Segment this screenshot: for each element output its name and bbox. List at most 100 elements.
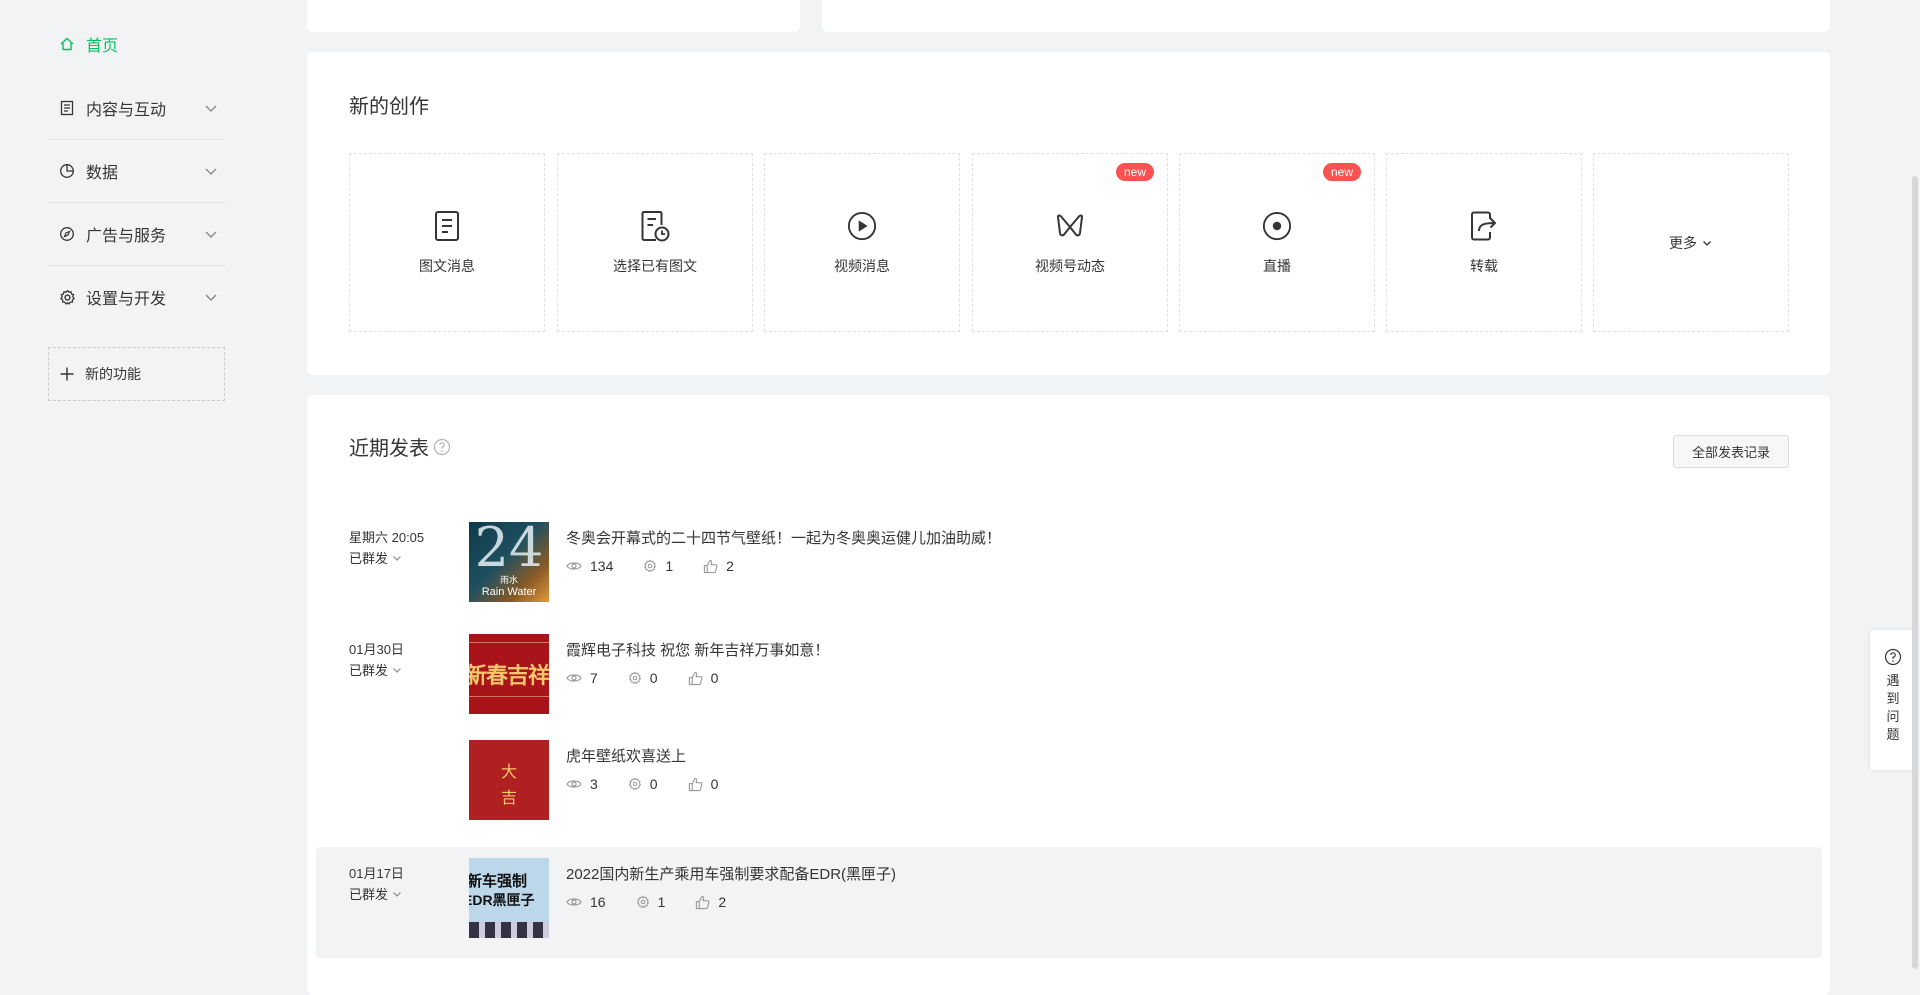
thumbnail-text: 吉 xyxy=(500,790,517,807)
share-gear-icon xyxy=(644,559,657,573)
chevron-down-icon xyxy=(393,891,401,897)
share-gear-icon xyxy=(628,671,641,685)
scrollbar[interactable] xyxy=(1912,176,1918,969)
thumbnail-caption: 雨水 xyxy=(499,575,518,585)
share-count-value: 0 xyxy=(649,776,658,792)
post-status-label: 已群发 xyxy=(349,551,389,566)
sidebar: 首页 内容与互动 数据 广告与服务 设置与开发 新的功能 xyxy=(0,0,280,969)
more-tile[interactable]: 更多 xyxy=(1593,153,1789,332)
select-existing-article-tile[interactable]: 选择已有图文 xyxy=(557,153,753,332)
post-stats: 16 1 2 xyxy=(566,894,756,910)
post-thumbnail[interactable]: 新车强制 EDR黑匣子 xyxy=(469,858,549,938)
article-icon xyxy=(432,210,462,242)
share-gear-icon xyxy=(628,777,641,791)
post-stats: 134 1 2 xyxy=(566,558,764,574)
share-count-value: 0 xyxy=(649,670,658,686)
thumbs-up-icon xyxy=(688,777,703,791)
chevron-down-icon xyxy=(205,294,217,301)
tile-label: 视频号动态 xyxy=(1035,257,1105,274)
repost-tile[interactable]: 转载 xyxy=(1386,153,1582,332)
post-status[interactable]: 已群发 xyxy=(349,660,403,679)
sidebar-item-label: 广告与服务 xyxy=(86,228,167,245)
live-icon xyxy=(1262,210,1292,242)
post-status-label: 已群发 xyxy=(349,663,389,678)
post-date: 星期六 20:05 xyxy=(349,530,425,545)
document-icon xyxy=(58,99,76,117)
post-title[interactable]: 霞辉电子科技 祝您 新年吉祥万事如意！ xyxy=(566,639,829,660)
post-status[interactable]: 已群发 xyxy=(349,548,403,567)
overview-card xyxy=(822,0,1830,32)
post-status-label: 已群发 xyxy=(349,887,389,902)
post-thumbnail[interactable]: 24 雨水 Rain Water xyxy=(469,522,549,602)
help-label: 遇到问题 xyxy=(1886,673,1900,742)
post-title[interactable]: 虎年壁纸欢喜送上 xyxy=(566,745,686,766)
thumbnail-number: 24 xyxy=(474,522,544,579)
share-count-value: 1 xyxy=(657,894,666,910)
view-count: 16 xyxy=(566,894,606,910)
share-count: 0 xyxy=(628,670,658,686)
all-posts-button[interactable]: 全部发表记录 xyxy=(1673,435,1789,468)
post-title[interactable]: 2022国内新生产乘用车强制要求配备EDR(黑匣子) xyxy=(566,863,896,884)
thumbnail-caption: Rain Water xyxy=(481,586,537,598)
eye-icon xyxy=(566,562,582,570)
tile-label: 转载 xyxy=(1470,257,1498,274)
post-thumbnail[interactable]: 新春吉祥 xyxy=(469,634,549,714)
view-count: 134 xyxy=(566,558,613,574)
sidebar-item-home[interactable]: 首页 xyxy=(48,13,225,75)
like-count: 0 xyxy=(688,670,719,686)
thumbnail-decoration xyxy=(469,922,549,938)
thumbnail-text: EDR黑匣子 xyxy=(469,892,535,908)
post-date: 01月30日 xyxy=(349,642,404,657)
view-count: 7 xyxy=(566,670,598,686)
compass-icon xyxy=(58,225,76,243)
new-feature-label: 新的功能 xyxy=(85,366,141,382)
chevron-down-icon xyxy=(1703,240,1711,246)
recent-posts-card: 近期发表 全部发表记录 星期六 20:05 已群发 24 雨水 Rain Wat… xyxy=(307,395,1830,995)
view-count: 3 xyxy=(566,776,598,792)
thumbs-up-icon xyxy=(696,895,710,909)
thumbs-up-icon xyxy=(704,559,718,573)
section-title: 近期发表 xyxy=(349,438,429,460)
sidebar-item-ads[interactable]: 广告与服务 xyxy=(48,203,225,265)
eye-icon xyxy=(566,898,582,906)
chevron-down-icon xyxy=(205,168,217,175)
chevron-down-icon xyxy=(393,555,401,561)
create-video-tile[interactable]: 视频消息 xyxy=(764,153,960,332)
channels-post-tile[interactable]: new 视频号动态 xyxy=(972,153,1168,332)
eye-icon xyxy=(566,780,582,788)
like-count: 2 xyxy=(703,558,734,574)
post-thumbnail[interactable]: 大 吉 xyxy=(469,740,549,820)
share-count-value: 1 xyxy=(665,558,674,574)
like-count-value: 0 xyxy=(710,670,719,686)
post-title[interactable]: 冬奥会开幕式的二十四节气壁纸！一起为冬奥奥运健儿加油助威！ xyxy=(566,527,1001,548)
sidebar-item-label: 内容与互动 xyxy=(86,102,167,119)
chevron-down-icon xyxy=(393,667,401,673)
sidebar-item-settings[interactable]: 设置与开发 xyxy=(48,266,225,328)
gear-icon xyxy=(58,288,76,306)
home-icon xyxy=(58,35,76,53)
view-count-value: 134 xyxy=(590,558,614,574)
thumbnail-decoration xyxy=(469,642,549,643)
thumbnail-decoration xyxy=(469,696,549,697)
sidebar-item-label: 数据 xyxy=(86,165,119,182)
question-icon[interactable] xyxy=(433,438,451,456)
article-history-icon xyxy=(640,210,670,242)
post-status[interactable]: 已群发 xyxy=(349,884,403,903)
new-feature-button[interactable]: 新的功能 xyxy=(48,347,225,401)
tile-label: 选择已有图文 xyxy=(613,257,697,274)
like-count-value: 0 xyxy=(710,776,719,792)
chevron-down-icon xyxy=(205,231,217,238)
view-count-value: 3 xyxy=(590,776,598,792)
sidebar-item-label: 首页 xyxy=(86,38,119,55)
post-stats: 3 0 0 xyxy=(566,776,748,792)
sidebar-item-data[interactable]: 数据 xyxy=(48,140,225,202)
sidebar-item-content[interactable]: 内容与互动 xyxy=(48,77,225,139)
live-tile[interactable]: new 直播 xyxy=(1179,153,1375,332)
thumbs-up-icon xyxy=(688,671,703,685)
more-label: 更多 xyxy=(1669,234,1697,251)
like-count-value: 2 xyxy=(718,894,727,910)
create-article-tile[interactable]: 图文消息 xyxy=(349,153,545,332)
help-button[interactable]: 遇到问题 xyxy=(1870,630,1916,770)
like-count-value: 2 xyxy=(726,558,734,574)
tile-label: 图文消息 xyxy=(419,257,475,274)
